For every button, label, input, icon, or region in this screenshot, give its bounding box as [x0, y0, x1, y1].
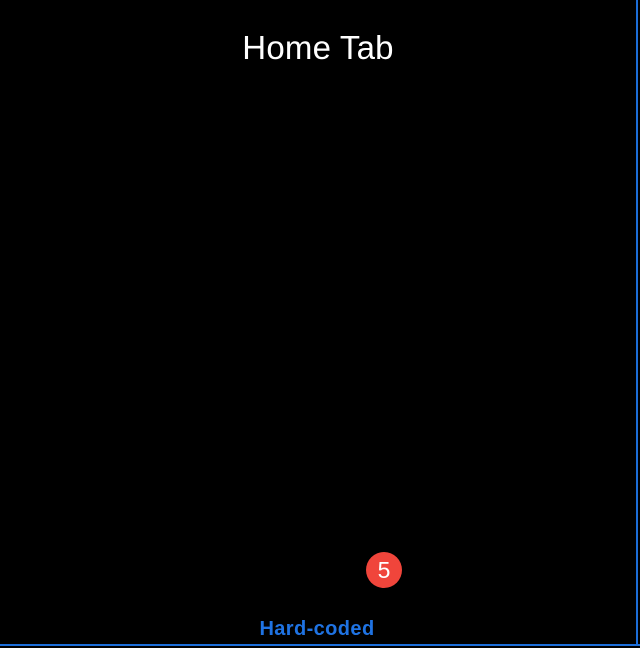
notification-badge: 5: [366, 552, 402, 588]
home-screen: Home Tab 5 Hard-coded: [0, 0, 640, 648]
tab-hard-coded[interactable]: Hard-coded: [0, 616, 634, 642]
selection-frame-right-border: [636, 0, 638, 646]
selection-frame-bottom-border: [0, 644, 640, 646]
screen-title: Home Tab: [242, 29, 394, 66]
